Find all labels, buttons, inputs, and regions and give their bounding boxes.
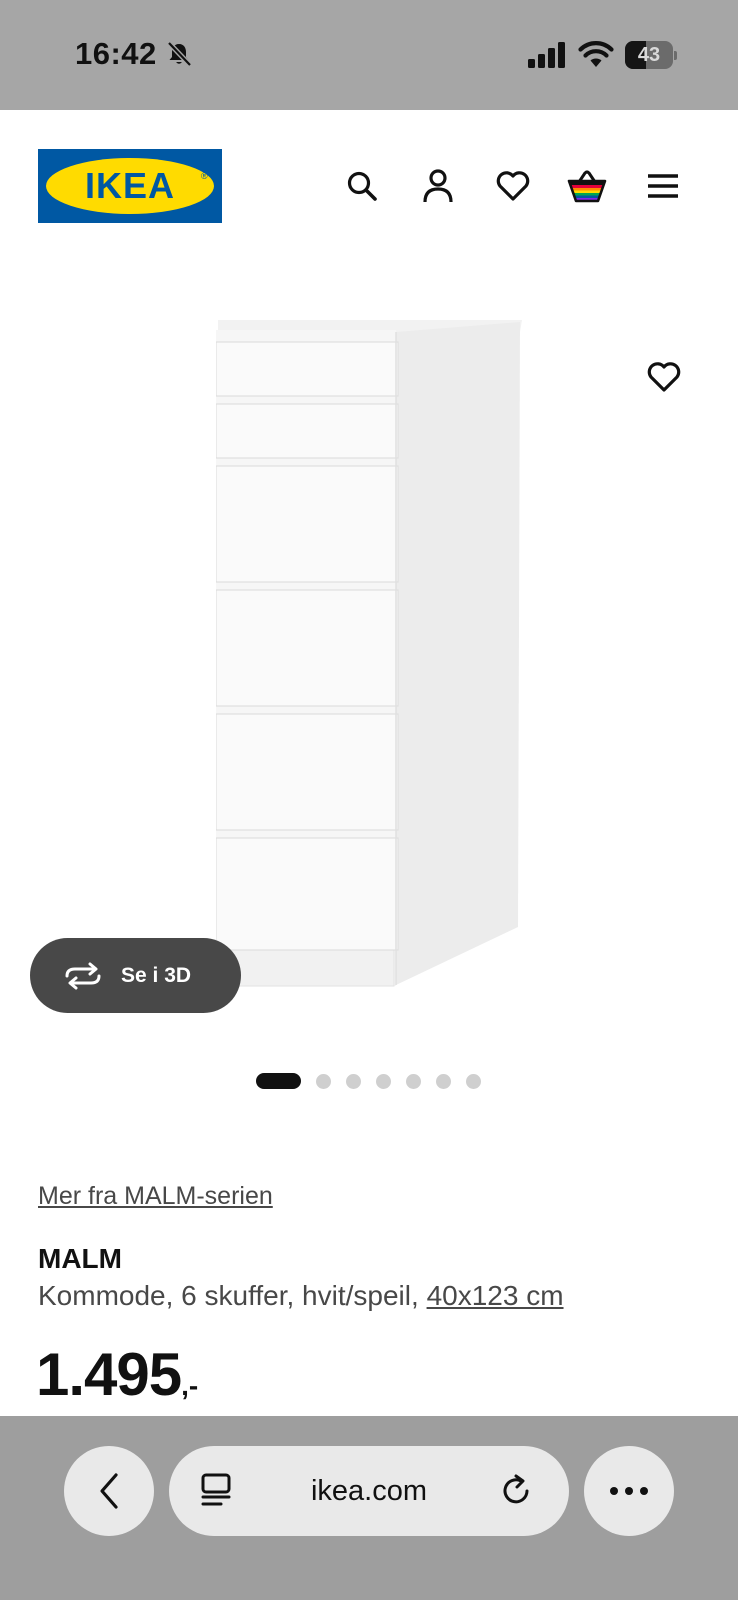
product-gallery[interactable]: Se i 3D xyxy=(0,260,738,1089)
search-icon[interactable] xyxy=(342,166,382,206)
size-link[interactable]: 40x123 cm xyxy=(427,1280,564,1311)
browser-more-button[interactable] xyxy=(584,1446,674,1536)
cellular-signal-icon xyxy=(528,42,565,68)
site-header: IKEA ® xyxy=(0,110,738,260)
gallery-pagination[interactable] xyxy=(256,1073,496,1089)
menu-icon[interactable] xyxy=(643,166,683,206)
favourites-icon[interactable] xyxy=(493,166,533,206)
reload-icon[interactable] xyxy=(499,1473,535,1509)
browser-toolbar: ikea.com xyxy=(0,1416,738,1600)
rotate-3d-icon xyxy=(65,962,101,989)
gallery-dot[interactable] xyxy=(436,1073,451,1089)
gallery-dot[interactable] xyxy=(346,1073,361,1089)
address-bar[interactable]: ikea.com xyxy=(169,1446,569,1536)
browser-back-button[interactable] xyxy=(64,1446,154,1536)
view-in-3d-button[interactable]: Se i 3D xyxy=(30,938,241,1013)
product-name: MALM xyxy=(38,1243,122,1274)
gallery-dot[interactable] xyxy=(406,1073,421,1089)
ikea-logo[interactable]: IKEA ® xyxy=(38,149,222,223)
add-to-favourites-button[interactable] xyxy=(642,355,686,399)
heart-icon xyxy=(647,362,681,392)
view-in-3d-label: Se i 3D xyxy=(121,963,192,987)
product-description-text: Kommode, 6 skuffer, hvit/speil, xyxy=(38,1280,419,1311)
status-bar: 16:42 43 xyxy=(0,0,738,110)
gallery-dot[interactable] xyxy=(256,1073,301,1089)
price-suffix: ,- xyxy=(181,1370,199,1401)
status-time: 16:42 xyxy=(75,36,157,71)
account-icon[interactable] xyxy=(418,166,458,206)
product-image xyxy=(216,320,522,987)
product-price: 1.495,- xyxy=(36,1340,198,1409)
battery-icon: 43 xyxy=(625,41,677,69)
bell-muted-icon xyxy=(167,41,192,67)
battery-percent: 43 xyxy=(637,44,661,66)
gallery-dot[interactable] xyxy=(316,1073,331,1089)
more-icon xyxy=(610,1487,648,1495)
shopping-bag-icon[interactable] xyxy=(567,166,607,206)
price-amount: 1.495 xyxy=(36,1341,182,1408)
chevron-left-icon xyxy=(100,1473,118,1509)
product-description: Kommode, 6 skuffer, hvit/speil, 40x123 c… xyxy=(38,1280,564,1312)
wifi-icon xyxy=(578,41,614,67)
gallery-dot[interactable] xyxy=(376,1073,391,1089)
series-link[interactable]: Mer fra MALM-serien xyxy=(38,1182,273,1211)
gallery-dot[interactable] xyxy=(466,1073,481,1089)
